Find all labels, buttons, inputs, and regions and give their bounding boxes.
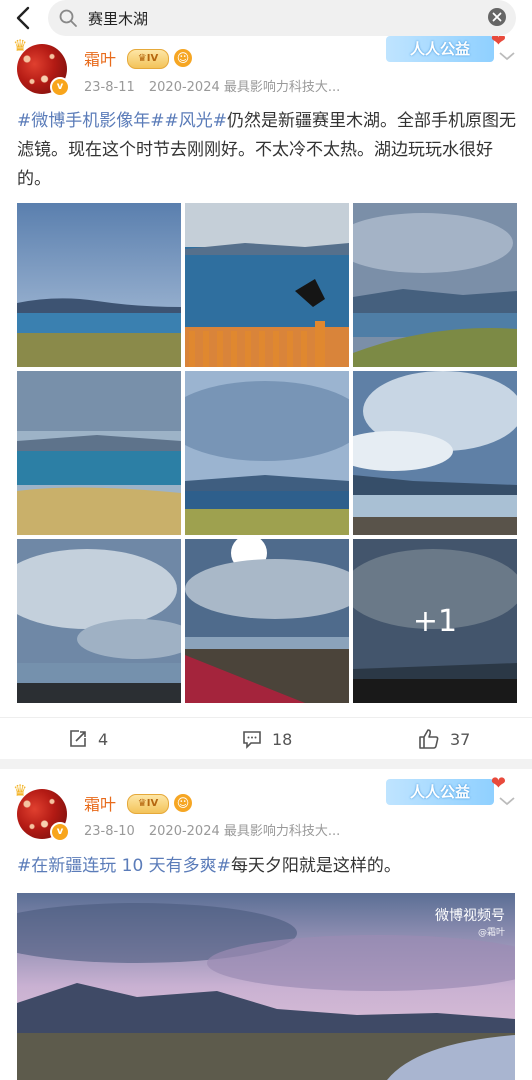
crown-icon: ♛	[13, 36, 28, 55]
photo-grid: +1	[17, 203, 517, 703]
comment-count: 18	[272, 729, 293, 749]
action-bar: 4 18 37	[0, 717, 532, 759]
repost-count: 4	[98, 729, 109, 749]
like-count: 37	[450, 729, 471, 749]
back-arrow-icon[interactable]	[12, 4, 36, 32]
avatar[interactable]: ♛ v	[13, 36, 70, 97]
verified-icon: v	[50, 77, 70, 97]
username[interactable]: 霜叶	[84, 791, 116, 815]
fan-badge-icon: ☺	[174, 794, 192, 812]
comment-button[interactable]: 18	[242, 718, 292, 759]
search-icon	[59, 9, 77, 27]
post-meta: 23-8-10 2020-2024 最具影响力科技大...	[84, 820, 350, 839]
clear-icon[interactable]	[488, 8, 506, 26]
post-source: 2020-2024 最具影响力科技大...	[148, 80, 341, 95]
level-badge: ♛IV	[127, 49, 169, 69]
chevron-down-icon[interactable]	[498, 50, 516, 62]
search-input[interactable]	[88, 0, 468, 36]
post-text: #在新疆连玩 10 天有多爽#每天夕阳就是这样的。	[17, 852, 517, 881]
post-text: #微博手机影像年##风光#仍然是新疆赛里木湖。全部手机原图无滤镜。现在这个时节去…	[17, 107, 517, 194]
post-date: 23-8-11	[84, 80, 135, 95]
photo-thumbnail[interactable]	[17, 371, 181, 535]
video-thumbnail[interactable]: 微博视频号 @霜叶	[17, 893, 515, 1080]
top-bar	[0, 0, 532, 36]
avatar[interactable]: ♛ v	[13, 781, 70, 842]
photo-thumbnail[interactable]	[17, 539, 181, 703]
post-card: ♛ v 霜叶 ♛IV ☺ 23-8-10 2020-2024 最具影响力科技大.…	[0, 769, 532, 1080]
verified-icon: v	[50, 822, 70, 842]
thumbs-up-icon	[419, 729, 439, 749]
hashtag-link[interactable]: #在新疆连玩 10 天有多爽#	[17, 856, 231, 876]
photo-thumbnail[interactable]	[353, 371, 517, 535]
post-source: 2020-2024 最具影响力科技大...	[148, 824, 341, 839]
bird-icon: ❤	[490, 773, 506, 794]
post-meta: 23-8-11 2020-2024 最具影响力科技大...	[84, 76, 350, 95]
charity-badge[interactable]: 人人公益 ❤	[386, 773, 506, 805]
photo-thumbnail[interactable]	[353, 203, 517, 367]
username[interactable]: 霜叶	[84, 46, 116, 70]
chevron-down-icon[interactable]	[498, 795, 516, 807]
comment-icon	[243, 731, 261, 749]
search-box[interactable]	[48, 0, 516, 36]
more-photos-count: +1	[353, 539, 517, 703]
photo-thumbnail[interactable]	[185, 371, 349, 535]
level-badge: ♛IV	[127, 794, 169, 814]
fan-badge-icon: ☺	[174, 49, 192, 67]
repost-icon	[70, 730, 86, 747]
photo-thumbnail[interactable]	[185, 539, 349, 703]
post-body: 每天夕阳就是这样的。	[230, 856, 401, 876]
post-card: ♛ v 霜叶 ♛IV ☺ 23-8-11 2020-2024 最具影响力科技大.…	[0, 36, 532, 759]
photo-thumbnail[interactable]	[185, 203, 349, 367]
like-button[interactable]: 37	[418, 718, 470, 759]
charity-badge[interactable]: 人人公益 ❤	[386, 36, 506, 62]
crown-icon: ♛	[13, 781, 28, 800]
hashtag-link[interactable]: #风光#	[165, 111, 228, 131]
repost-button[interactable]: 4	[68, 718, 108, 759]
photo-thumbnail-more[interactable]: +1	[353, 539, 517, 703]
video-watermark: 微博视频号 @霜叶	[435, 908, 505, 938]
post-date: 23-8-10	[84, 824, 135, 839]
hashtag-link[interactable]: #微博手机影像年#	[17, 111, 165, 131]
photo-thumbnail[interactable]	[17, 203, 181, 367]
